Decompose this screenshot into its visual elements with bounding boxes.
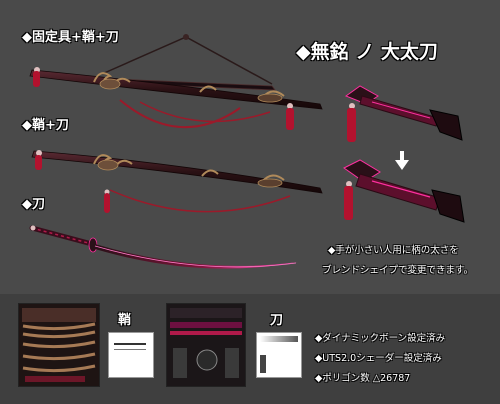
katana-texture-label: 刀 xyxy=(270,313,284,328)
saya-texture-label: 鞘 xyxy=(118,313,132,328)
saya-texture-atlas xyxy=(18,303,100,387)
label-full-set: ◆固定具+鞘+刀 xyxy=(22,30,119,45)
texture-panel: 鞘 刀 ◆ダイナミックボーン設定済み ◆UTS2.0シェーダー設定済み ◆ポリゴ… xyxy=(0,294,500,404)
blendshape-note-line1: ◆手が小さい人用に柄の太さを xyxy=(328,245,459,256)
label-saya-katana: ◆鞘+刀 xyxy=(22,118,69,133)
spec-dynamic-bone: ◆ダイナミックボーン設定済み xyxy=(315,333,446,344)
page-title: ◆無銘 ノ 大太刀 xyxy=(296,41,438,63)
spec-polygon-count: ◆ポリゴン数 △26787 xyxy=(315,373,411,384)
label-katana: ◆刀 xyxy=(22,197,45,212)
sword-in-saya xyxy=(31,150,323,213)
page: ◆固定具+鞘+刀 ◆鞘+刀 ◆刀 ◆無銘 ノ 大太刀 ◆手が小さい人用に柄の太さ… xyxy=(0,0,500,404)
handle-detail-thin xyxy=(344,85,463,142)
arrow-down-icon xyxy=(395,151,409,170)
bare-katana xyxy=(29,225,298,269)
spec-shader: ◆UTS2.0シェーダー設定済み xyxy=(315,353,442,364)
handle-detail-thick xyxy=(343,159,465,223)
sword-with-mount xyxy=(29,34,323,130)
katana-mask-texture xyxy=(256,332,302,378)
katana-texture-atlas xyxy=(166,303,246,387)
saya-mask-texture xyxy=(108,332,154,378)
blendshape-note-line2: ブレンドシェイプで変更できます。 xyxy=(322,265,474,276)
